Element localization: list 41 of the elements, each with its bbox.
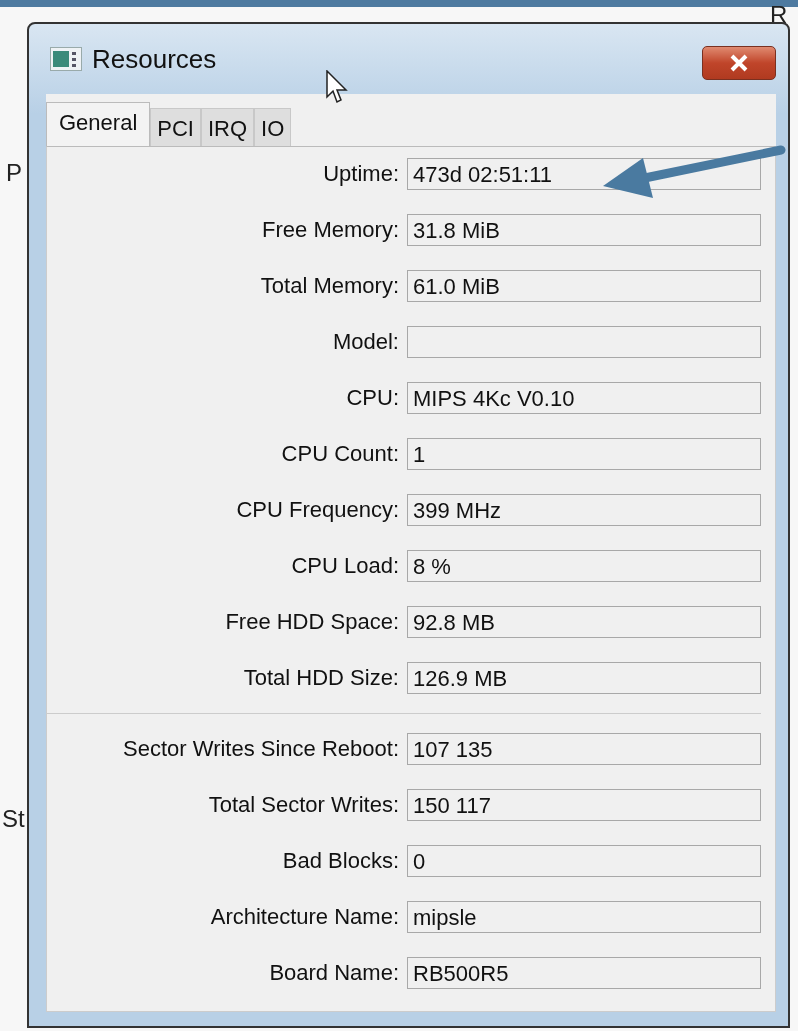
close-icon bbox=[729, 54, 749, 72]
field-label: Uptime: bbox=[322, 161, 399, 187]
tab[interactable]: IRQ bbox=[200, 108, 255, 146]
value-field[interactable]: 31.8 MiB bbox=[407, 214, 761, 246]
field-label: Sector Writes Since Reboot: bbox=[122, 736, 399, 762]
field-label: Bad Blocks: bbox=[281, 848, 399, 874]
value-field[interactable]: 1 bbox=[407, 438, 761, 470]
field-label: Total HDD Size: bbox=[242, 665, 399, 691]
close-button[interactable] bbox=[702, 46, 776, 80]
value-field[interactable]: MIPS 4Kc V0.10 bbox=[407, 382, 761, 414]
tab[interactable]: General bbox=[46, 102, 151, 146]
background-text: P bbox=[6, 159, 22, 187]
tab[interactable]: IO bbox=[254, 108, 292, 146]
field-label: Free HDD Space: bbox=[224, 609, 399, 635]
value-field[interactable]: 107 135 bbox=[407, 733, 761, 765]
field-label: Free Memory: bbox=[261, 217, 399, 243]
tab[interactable]: PCI bbox=[150, 108, 201, 146]
background-text: R bbox=[770, 1, 788, 29]
background-text: St bbox=[2, 805, 25, 833]
field-label: CPU: bbox=[345, 385, 399, 411]
value-field[interactable]: 150 117 bbox=[407, 789, 761, 821]
value-field[interactable]: 126.9 MB bbox=[407, 662, 761, 694]
value-field[interactable]: 92.8 MB bbox=[407, 606, 761, 638]
cursor-icon bbox=[326, 70, 348, 104]
field-label: CPU Count: bbox=[280, 441, 399, 467]
window-icon bbox=[50, 47, 82, 71]
field-label: Board Name: bbox=[268, 960, 399, 986]
field-label: Model: bbox=[331, 329, 399, 355]
value-field[interactable]: 0 bbox=[407, 845, 761, 877]
field-label: CPU Load: bbox=[290, 553, 399, 579]
value-field[interactable]: RB500R5 bbox=[407, 957, 761, 989]
value-field[interactable]: mipsle bbox=[407, 901, 761, 933]
field-label: Total Memory: bbox=[259, 273, 399, 299]
field-label: CPU Frequency: bbox=[235, 497, 399, 523]
value-field[interactable] bbox=[407, 326, 761, 358]
value-field[interactable]: 399 MHz bbox=[407, 494, 761, 526]
field-label: Total Sector Writes: bbox=[207, 792, 399, 818]
value-field[interactable]: 8 % bbox=[407, 550, 761, 582]
value-field[interactable]: 61.0 MiB bbox=[407, 270, 761, 302]
window-title: Resources bbox=[92, 43, 217, 75]
field-label: Architecture Name: bbox=[209, 904, 399, 930]
